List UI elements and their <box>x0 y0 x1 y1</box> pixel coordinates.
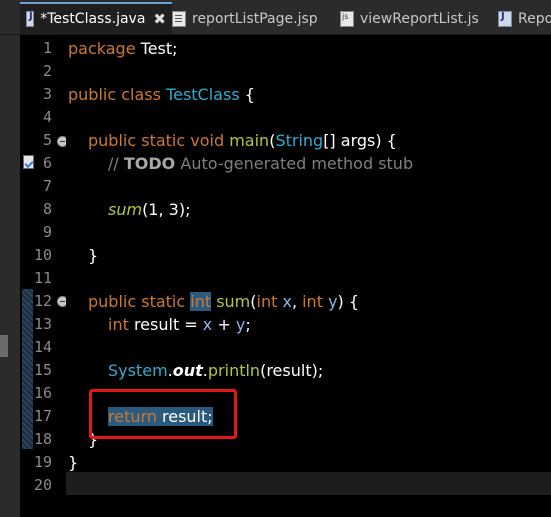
line-number: 8 <box>42 200 52 218</box>
annotation-highlight-box <box>89 389 237 439</box>
code-line-1: package Test; <box>68 39 178 58</box>
tab-repo[interactable]: Repo <box>498 4 551 34</box>
line-number: 17 <box>33 407 52 425</box>
code-line-13: int result = x + y; <box>108 315 251 334</box>
line-number: 15 <box>33 361 52 379</box>
eclipse-editor-window: *TestClass.java ✖ reportListPage.jsp vie… <box>0 0 551 517</box>
code-line-15: System.out.println(result); <box>108 361 324 380</box>
code-line-12: public static int sum(int x, int y) { <box>88 292 360 311</box>
line-number: 7 <box>42 177 52 195</box>
line-number: 16 <box>33 384 52 402</box>
line-number: 3 <box>42 85 52 103</box>
jsp-file-icon <box>172 11 186 27</box>
code-line-6: // TODO Auto-generated method stub <box>108 154 414 173</box>
line-number: 18 <box>33 430 52 448</box>
tab-label: reportListPage.jsp <box>192 11 318 27</box>
tab-viewreportlist-js[interactable]: viewReportList.js <box>340 4 479 34</box>
line-number: 1 <box>42 39 52 57</box>
tab-label: *TestClass.java <box>40 11 146 27</box>
code-editor[interactable]: package Test; public class TestClass { p… <box>66 35 551 517</box>
tab-label: Repo <box>518 11 551 27</box>
line-number: 4 <box>42 108 52 126</box>
line-number: 20 <box>33 476 52 494</box>
tab-label: viewReportList.js <box>360 11 479 27</box>
tab-reportlistpage-jsp[interactable]: reportListPage.jsp <box>172 4 318 34</box>
close-icon[interactable]: ✖ <box>153 10 166 28</box>
tab-testclass-java[interactable]: *TestClass.java ✖ <box>20 2 172 34</box>
line-number: 11 <box>33 269 52 287</box>
java-file-icon <box>498 11 512 27</box>
code-line-8: sum(1, 3); <box>108 200 191 219</box>
editor-tab-bar: *TestClass.java ✖ reportListPage.jsp vie… <box>0 0 551 35</box>
code-line-3: public class TestClass { <box>68 85 255 104</box>
line-number: 9 <box>42 223 52 241</box>
line-number-ruler: 1 2 3 4 5 6 7 8 9 10 11 12 13 14 15 16 1… <box>22 35 58 517</box>
js-file-icon <box>340 11 354 27</box>
current-line-highlight <box>66 472 551 495</box>
code-line-19: } <box>68 453 79 472</box>
line-number: 10 <box>33 246 52 264</box>
line-number: 12 <box>33 292 52 310</box>
code-line-10: } <box>88 246 99 265</box>
line-number: 5 <box>42 131 52 149</box>
code-line-5: public static void main(String[] args) { <box>88 131 397 150</box>
line-number: 14 <box>33 338 52 356</box>
sidebar-scroll-marker[interactable] <box>0 335 8 357</box>
line-number: 19 <box>33 453 52 471</box>
line-number: 2 <box>42 62 52 80</box>
line-number: 13 <box>33 315 52 333</box>
java-file-icon <box>26 11 35 27</box>
line-number: 6 <box>42 154 52 172</box>
